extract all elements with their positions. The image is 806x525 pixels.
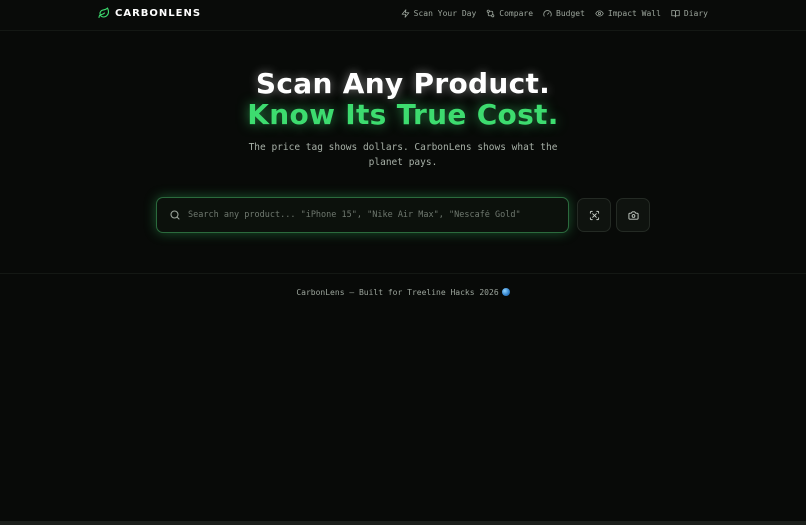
search-bar [156,197,569,233]
page: CARBONLENS Scan Your Day Compare Budget [0,0,806,525]
brand-name: CARBONLENS [115,7,202,19]
book-icon [671,9,680,18]
nav-item-diary[interactable]: Diary [671,9,708,18]
nav-label: Impact Wall [607,8,661,18]
nav-item-budget[interactable]: Budget [543,9,585,18]
hero-title-highlight: Know Its True Cost. [247,98,559,131]
main-nav: Scan Your Day Compare Budget Impact Wall [401,7,708,19]
nav-item-impact-wall[interactable]: Impact Wall [595,9,661,18]
camera-button[interactable] [616,198,650,232]
hero-subtitle: The price tag shows dollars. CarbonLens … [248,142,558,168]
gauge-icon [543,9,552,18]
camera-icon [627,206,639,225]
hero-section: Scan Any Product. Know Its True Cost. Th… [0,68,806,170]
nav-label: Diary [683,8,708,18]
globe-icon [501,288,510,296]
footer-divider [0,273,806,274]
footer: CarbonLens — Built for Treeline Hacks 20… [0,288,806,297]
lightning-icon [401,8,410,18]
top-navbar: CARBONLENS Scan Your Day Compare Budget [0,0,806,31]
footer-text: CarbonLens — Built for Treeline Hacks 20… [296,288,499,297]
hero-title: Scan Any Product. [255,67,551,100]
search-icon [169,206,181,225]
eye-icon [595,9,604,18]
leaf-icon [98,4,110,23]
horizontal-scrollbar[interactable] [0,521,806,525]
nav-label: Budget [556,8,585,18]
arrows-swap-icon [486,9,495,18]
nav-label: Scan Your Day [413,8,477,18]
search-input[interactable] [188,198,568,232]
barcode-scan-button[interactable] [577,198,611,232]
scan-icon [589,206,600,225]
nav-item-scan-your-day[interactable]: Scan Your Day [401,8,477,18]
nav-item-compare[interactable]: Compare [486,9,533,18]
brand-logo-link[interactable]: CARBONLENS [98,6,201,20]
nav-label: Compare [499,8,534,18]
